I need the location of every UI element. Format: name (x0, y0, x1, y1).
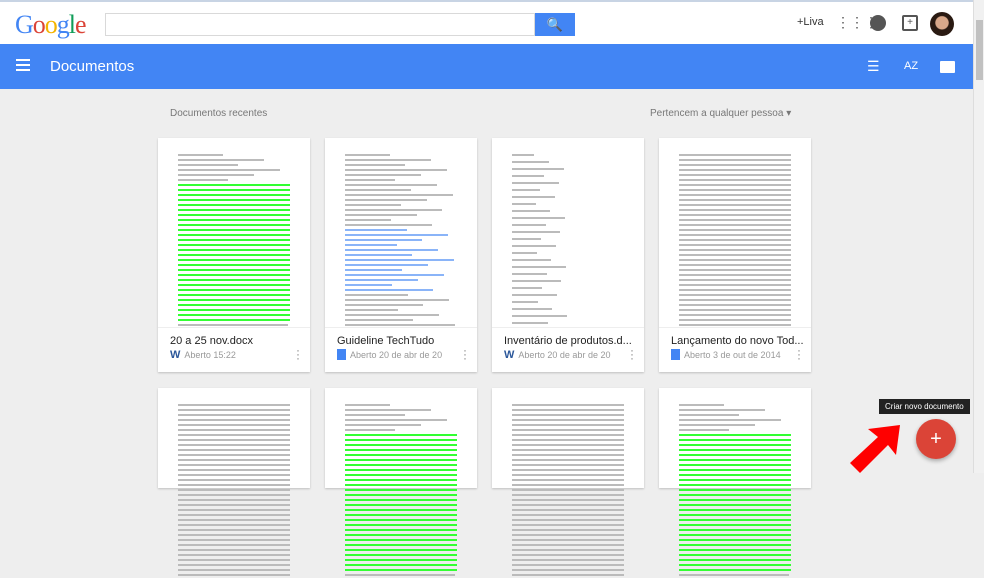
document-card[interactable] (492, 388, 644, 578)
document-card[interactable]: 20 a 25 nov.docx W Aberto 15:22 · · · (158, 138, 310, 372)
red-arrow-annotation (850, 425, 900, 473)
google-doc-icon (671, 349, 680, 360)
document-card[interactable] (325, 388, 477, 578)
search-input[interactable] (105, 13, 535, 36)
document-card[interactable]: Inventário de produtos.d... W Aberto 20 d… (492, 138, 644, 372)
document-card[interactable]: Guideline TechTudo Aberto 20 de abr de 2… (325, 138, 477, 372)
section-title: Documentos recentes (170, 108, 268, 119)
document-name[interactable]: 20 a 25 nov.docx (158, 328, 310, 349)
chevron-down-icon: ▾ (786, 108, 792, 119)
app-toolbar: Documentos ☰ AZ (0, 44, 973, 89)
folder-icon[interactable] (940, 61, 955, 73)
document-name[interactable]: Guideline TechTudo (325, 328, 477, 349)
document-meta: Aberto 20 de abr de 20 (518, 350, 611, 360)
search-button[interactable]: 🔍 (535, 13, 575, 36)
page-title: Documentos (50, 58, 135, 75)
document-card[interactable] (158, 388, 310, 578)
document-card[interactable] (659, 388, 811, 578)
word-file-icon: W (170, 349, 181, 361)
word-file-icon: W (504, 349, 515, 361)
google-doc-icon (337, 349, 346, 360)
google-logo[interactable]: Google (15, 10, 87, 40)
document-meta: Aberto 3 de out de 2014 (684, 349, 781, 360)
top-bar: Google 🔍 +Liva ⋮⋮⋮ + (0, 0, 973, 44)
document-thumbnail[interactable] (325, 388, 477, 578)
more-options-icon[interactable]: · · · (296, 344, 300, 364)
more-options-icon[interactable]: · · · (630, 344, 634, 364)
document-thumbnail[interactable] (492, 138, 644, 328)
document-thumbnail[interactable] (158, 138, 310, 328)
apps-grid-icon[interactable]: ⋮⋮⋮ (836, 15, 878, 31)
document-card[interactable]: Lançamento do novo Tod... Aberto 3 de ou… (659, 138, 811, 372)
document-thumbnail[interactable] (158, 388, 310, 578)
document-thumbnail[interactable] (492, 388, 644, 578)
document-meta: Aberto 15:22 (184, 350, 236, 360)
notifications-icon[interactable] (870, 15, 886, 31)
document-thumbnail[interactable] (325, 138, 477, 328)
more-options-icon[interactable]: · · · (463, 344, 467, 364)
document-name[interactable]: Inventário de produtos.d... (492, 328, 644, 349)
owner-filter-dropdown[interactable]: Pertencem a qualquer pessoa ▾ (650, 108, 791, 119)
scrollbar[interactable] (973, 0, 984, 473)
sort-az-icon[interactable]: AZ (904, 60, 918, 72)
document-meta: Aberto 20 de abr de 20 (350, 349, 443, 360)
document-name[interactable]: Lançamento do novo Tod... (659, 328, 811, 349)
document-thumbnail[interactable] (659, 388, 811, 578)
share-icon[interactable]: + (902, 15, 918, 31)
scrollbar-thumb[interactable] (976, 20, 983, 80)
filter-label: Pertencem a qualquer pessoa (650, 108, 784, 119)
user-link[interactable]: +Liva (797, 16, 824, 28)
document-thumbnail[interactable] (659, 138, 811, 328)
list-view-icon[interactable]: ☰ (867, 58, 880, 75)
create-document-button[interactable]: + (916, 419, 956, 459)
menu-icon[interactable] (16, 59, 30, 71)
search-icon: 🔍 (546, 17, 564, 32)
avatar[interactable] (930, 12, 954, 36)
tooltip: Criar novo documento (879, 399, 970, 414)
more-options-icon[interactable]: · · · (797, 344, 801, 364)
